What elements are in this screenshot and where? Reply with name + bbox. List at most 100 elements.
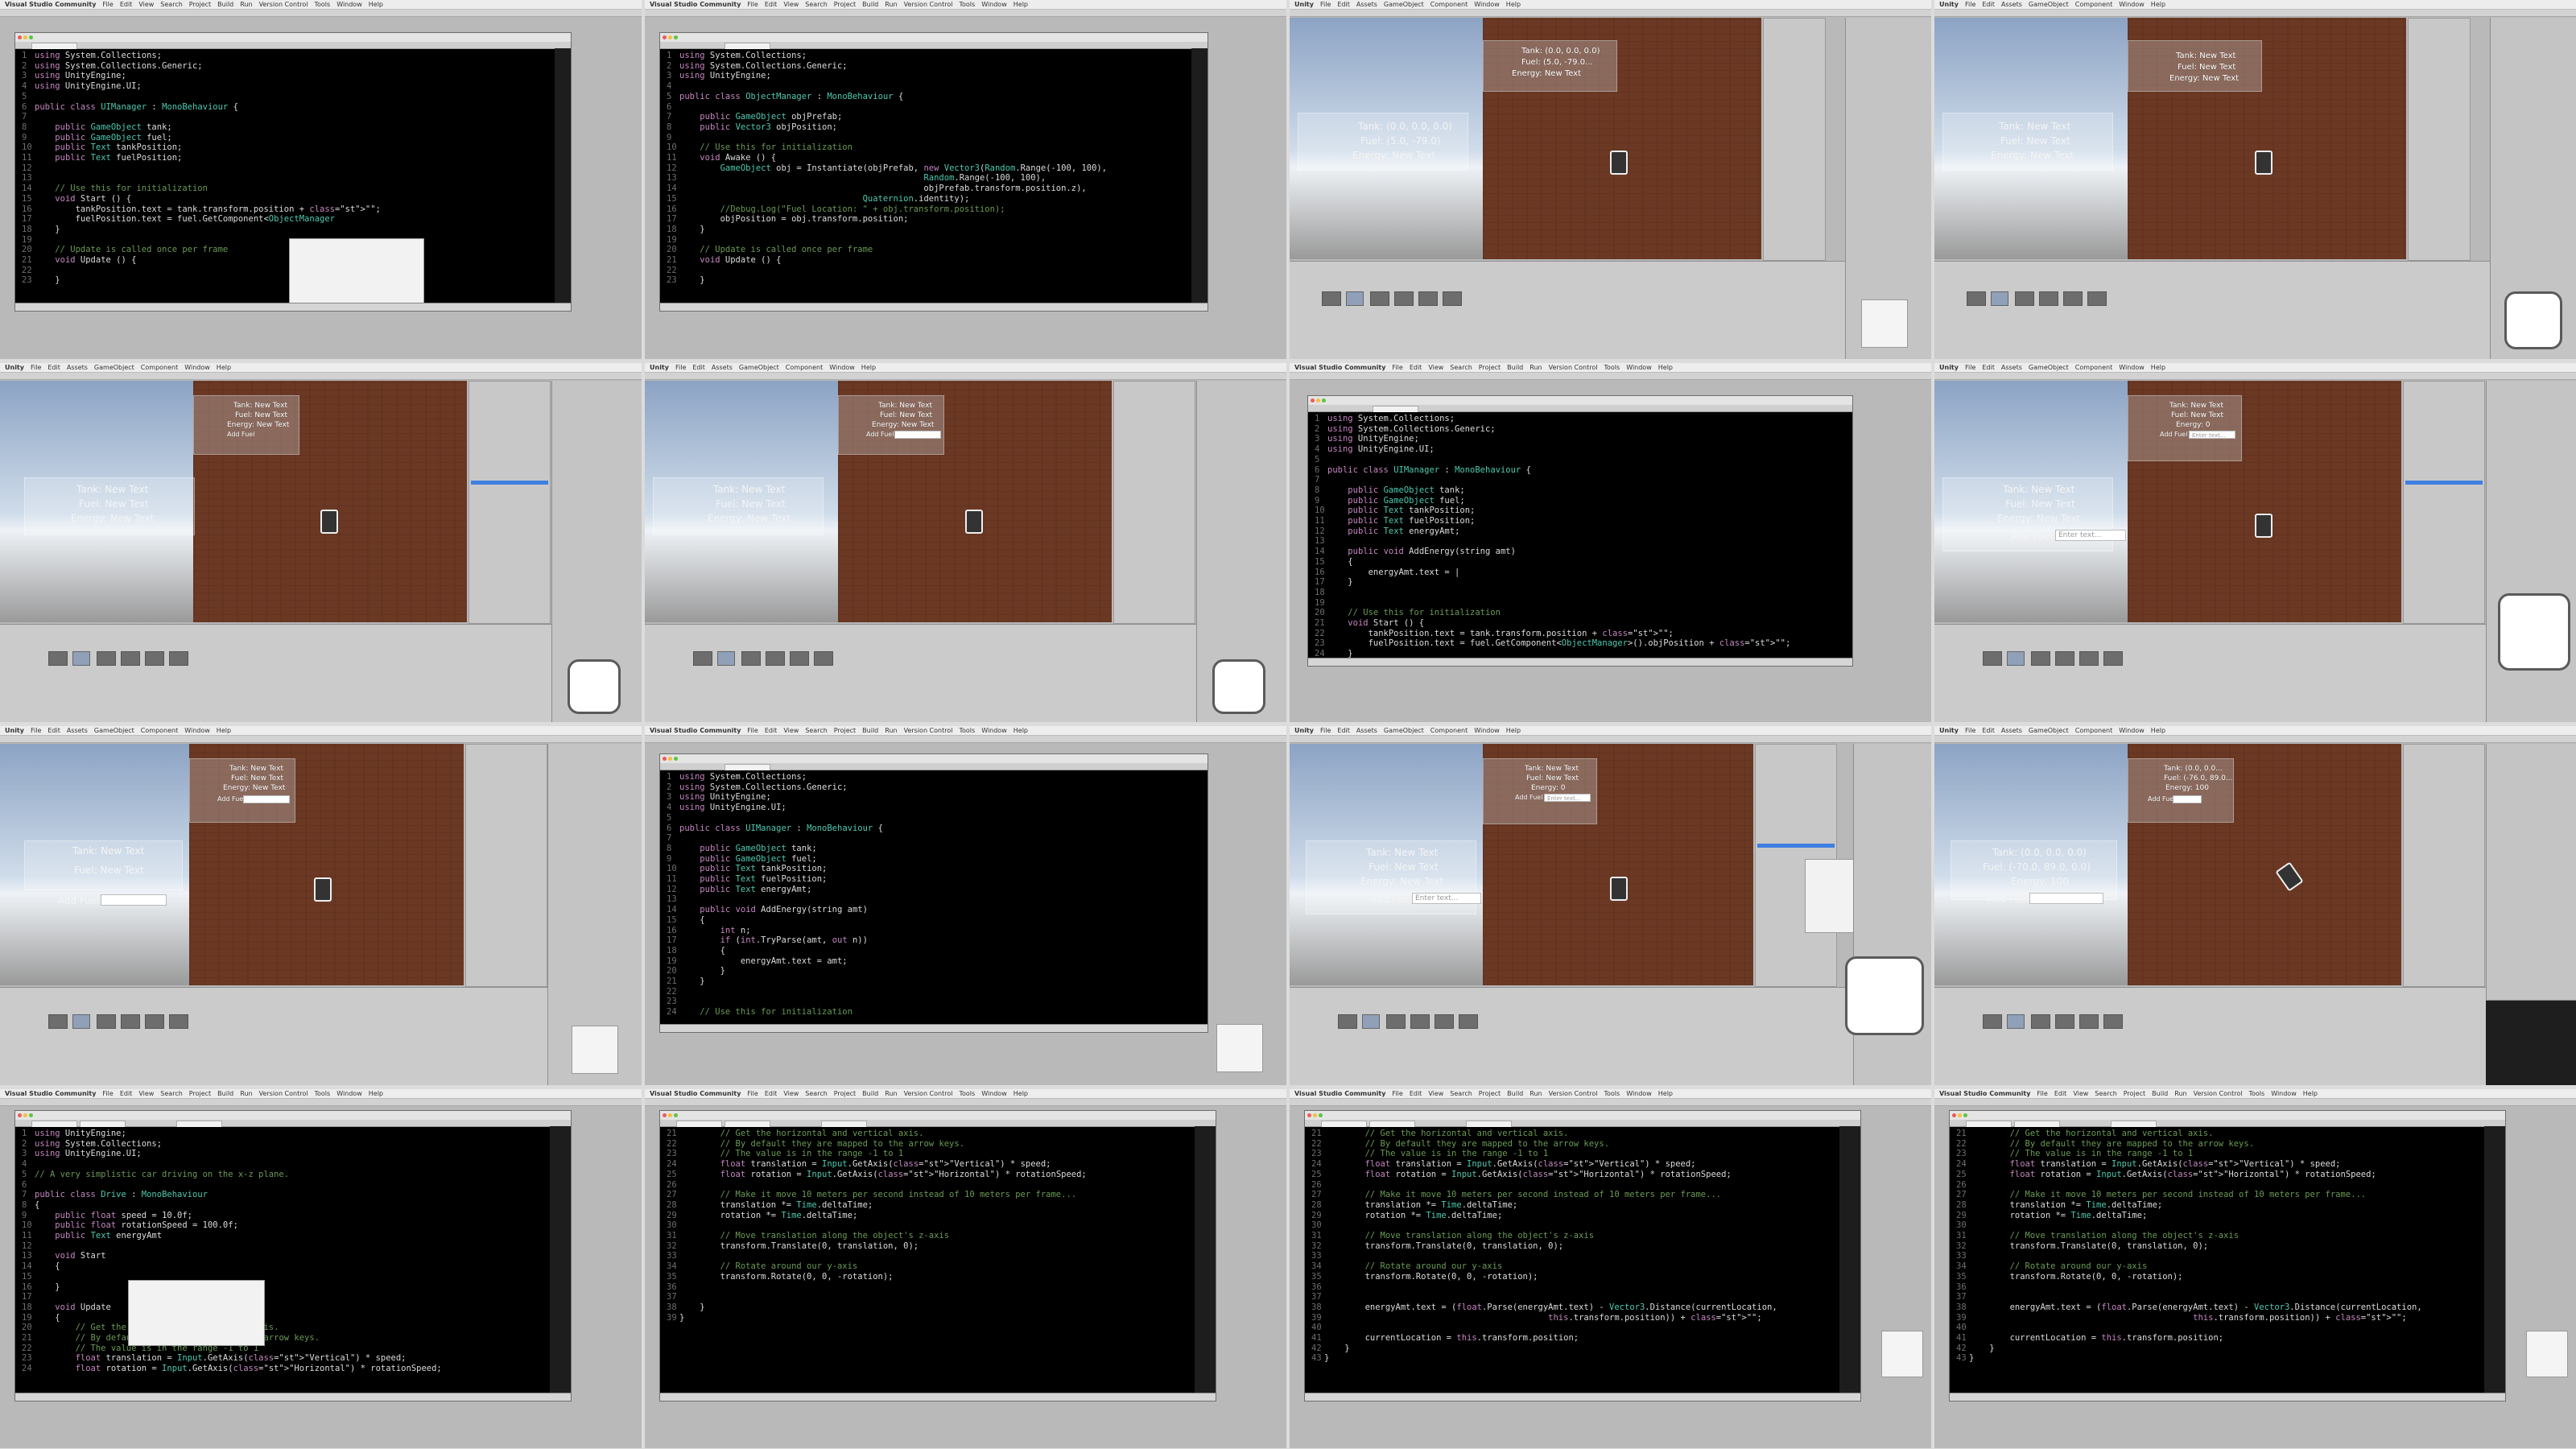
- menu-item[interactable]: Assets: [1356, 1, 1377, 8]
- menu-item[interactable]: File: [31, 727, 41, 734]
- code-line[interactable]: 41 currentLocation = this.transform.posi…: [1956, 1333, 2422, 1344]
- unity-menubar[interactable]: Unity File Edit Assets GameObject Component Wi…: [1934, 363, 2576, 373]
- code-line[interactable]: 21 // Get the horizontal and vertical ax…: [1956, 1129, 2422, 1139]
- close-window-icon[interactable]: [663, 35, 667, 39]
- menu-item[interactable]: Project: [834, 1090, 856, 1097]
- menu-item[interactable]: View: [783, 1, 799, 8]
- menu-item[interactable]: Help: [2151, 727, 2165, 734]
- asset-thumb[interactable]: [1346, 291, 1364, 306]
- code-editor[interactable]: 1 using System.Collections; 2 using System.…: [659, 753, 1208, 1033]
- menu-item[interactable]: Edit: [1337, 727, 1350, 734]
- menu-item[interactable]: Edit: [47, 364, 60, 371]
- menu-item[interactable]: Edit: [765, 1090, 778, 1097]
- menu-item[interactable]: File: [1965, 1, 1975, 8]
- asset-thumb[interactable]: [97, 651, 116, 666]
- code-line[interactable]: 11 public Text fuelPosition;: [1315, 516, 1790, 526]
- project-panel[interactable]: [0, 624, 551, 722]
- menu-item[interactable]: Window: [1626, 364, 1652, 371]
- code-line[interactable]: 14 objPrefab.transform.position.z),: [667, 184, 1107, 194]
- code-line[interactable]: 32 transform.Translate(0, translation, 0…: [1311, 1241, 1777, 1252]
- tank-sprite[interactable]: [1610, 151, 1628, 175]
- menu-item[interactable]: Version Control: [1549, 1090, 1598, 1097]
- code-line[interactable]: 24 float translation = Input.GetAxis(cla…: [1956, 1159, 2422, 1170]
- vs-menubar[interactable]: Visual Studio Community File Edit View Searc…: [1934, 1089, 2576, 1099]
- menu-item[interactable]: Tools: [2248, 1090, 2264, 1097]
- menu-item[interactable]: Help: [2303, 1090, 2318, 1097]
- code-line[interactable]: 8 public GameObject tank;: [1315, 485, 1790, 496]
- tab-uimanager[interactable]: [676, 1121, 722, 1127]
- asset-thumb[interactable]: [2007, 1014, 2025, 1029]
- code-text[interactable]: 21 // Get the horizontal and vertical ax…: [667, 1129, 1087, 1323]
- code-line[interactable]: 38 energyAmt.text = (float.Parse(energyA…: [1956, 1302, 2422, 1313]
- tab-uimanager[interactable]: [1373, 406, 1418, 412]
- code-line[interactable]: 21 // Get the horizontal and vertical ax…: [1311, 1129, 1777, 1139]
- menu-item[interactable]: Edit: [47, 727, 60, 734]
- menu-item[interactable]: Help: [1506, 727, 1521, 734]
- menu-item[interactable]: File: [1392, 1090, 1402, 1097]
- menu-item[interactable]: GameObject: [1384, 1, 1424, 8]
- code-line[interactable]: 10 public Text tankPosition;: [22, 142, 381, 153]
- add-fuel-input-large[interactable]: Enter text...: [1412, 893, 1481, 904]
- menu-item[interactable]: Search: [805, 1090, 827, 1097]
- code-line[interactable]: 35 transform.Rotate(0, 0, -rotation);: [667, 1272, 1087, 1282]
- code-line[interactable]: 20 }: [667, 966, 883, 976]
- code-line[interactable]: 6 public class UIManager : MonoBehaviour …: [667, 824, 883, 834]
- code-line[interactable]: 22 tankPosition.text = tank.transform.po…: [1315, 629, 1790, 639]
- menu-item[interactable]: Window: [2119, 364, 2145, 371]
- code-line[interactable]: 37: [1956, 1292, 2422, 1302]
- menu-item[interactable]: Edit: [1410, 364, 1422, 371]
- asset-thumb[interactable]: [717, 651, 735, 666]
- zoom-window-icon[interactable]: [29, 35, 33, 39]
- code-line[interactable]: 21 }: [667, 976, 883, 987]
- menu-item[interactable]: Tools: [959, 1090, 975, 1097]
- code-line[interactable]: 42 }: [1311, 1344, 1777, 1354]
- menu-item[interactable]: Help: [369, 1, 383, 8]
- code-line[interactable]: 26: [1956, 1180, 2422, 1191]
- tab-objectmanager[interactable]: [80, 1121, 126, 1127]
- code-line[interactable]: 12: [22, 163, 381, 174]
- menu-item[interactable]: Edit: [2054, 1090, 2067, 1097]
- menu-item[interactable]: Tools: [314, 1090, 330, 1097]
- minimize-window-icon[interactable]: [668, 757, 672, 761]
- asset-thumb[interactable]: [2063, 291, 2083, 306]
- tab-uimanager[interactable]: [31, 1121, 77, 1127]
- close-window-icon[interactable]: [1307, 1113, 1311, 1117]
- code-line[interactable]: 17 objPosition = obj.transform.position;: [667, 214, 1107, 225]
- code-line[interactable]: 6 public class UIManager : MonoBehaviour …: [22, 102, 381, 113]
- menu-item[interactable]: Project: [1479, 364, 1501, 371]
- unity-menubar[interactable]: Unity File Edit Assets GameObject Component Wi…: [1934, 0, 2576, 10]
- scene-view[interactable]: Tank: (0.0, 0.0... Fuel: (-76.0, 89.0...…: [1934, 744, 2401, 985]
- unity-menubar[interactable]: Unity File Edit Assets GameObject Component Wi…: [1290, 0, 1931, 10]
- tab-objectmanager[interactable]: [724, 1121, 770, 1127]
- menu-item[interactable]: Assets: [67, 364, 88, 371]
- menu-item[interactable]: Window: [2271, 1090, 2297, 1097]
- inspector-panel[interactable]: [2486, 381, 2576, 722]
- code-line[interactable]: 11 public Text energyAmt: [22, 1231, 442, 1241]
- menu-item[interactable]: GameObject: [94, 727, 134, 734]
- hierarchy-panel[interactable]: [2403, 744, 2485, 987]
- menu-item[interactable]: Help: [2151, 364, 2165, 371]
- code-line[interactable]: 22 // By default they are mapped to the …: [1311, 1139, 1777, 1150]
- code-line[interactable]: 24 float translation = Input.GetAxis(cla…: [667, 1159, 1087, 1170]
- menu-item[interactable]: Edit: [765, 1, 778, 8]
- code-line[interactable]: 16 //Debug.Log("Fuel Location: " + obj.t…: [667, 204, 1107, 215]
- menu-item[interactable]: Help: [2151, 1, 2165, 8]
- code-line[interactable]: 24 float rotation = Input.GetAxis(class=…: [22, 1364, 442, 1374]
- asset-thumb[interactable]: [1394, 291, 1414, 306]
- asset-thumb[interactable]: [169, 1014, 188, 1029]
- asset-thumb[interactable]: [1435, 1014, 1454, 1029]
- code-line[interactable]: 7: [667, 833, 883, 844]
- menu-item[interactable]: Project: [2124, 1090, 2145, 1097]
- asset-thumb[interactable]: [1370, 291, 1389, 306]
- code-line[interactable]: 41 currentLocation = this.transform.posi…: [1311, 1333, 1777, 1344]
- vs-menubar[interactable]: Visual Studio Community File Edit View Searc…: [1290, 363, 1931, 373]
- code-editor[interactable]: 1 using System.Collections; 2 using System.…: [14, 32, 572, 312]
- asset-thumb[interactable]: [1338, 1014, 1357, 1029]
- code-line[interactable]: 24 float translation = Input.GetAxis(cla…: [1311, 1159, 1777, 1170]
- menu-item[interactable]: GameObject: [94, 364, 134, 371]
- vs-menubar[interactable]: Visual Studio Community File Edit View Searc…: [0, 1089, 642, 1099]
- menu-item[interactable]: Window: [1474, 1, 1500, 8]
- menu-item[interactable]: Version Control: [904, 1090, 953, 1097]
- code-line[interactable]: 2 using System.Collections;: [22, 1139, 442, 1150]
- tab-uimanager[interactable]: [724, 764, 770, 770]
